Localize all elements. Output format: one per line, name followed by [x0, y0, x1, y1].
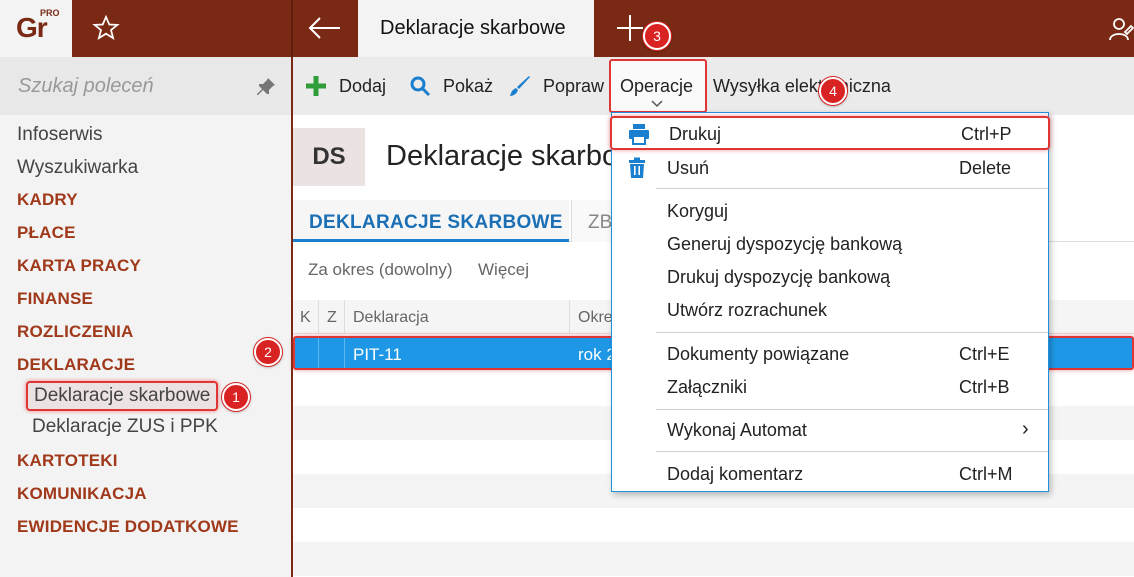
sidebar-section-komunikacja[interactable]: KOMUNIKACJA	[17, 484, 147, 504]
menu-item-attachments[interactable]: Załączniki Ctrl+B	[612, 372, 1048, 402]
table-row-empty	[293, 542, 1134, 576]
operations-label: Operacje	[620, 76, 694, 96]
menu-label: Drukuj	[669, 124, 722, 144]
filter-period[interactable]: Za okres (dowolny)	[308, 260, 453, 280]
submenu-arrow-icon: ›	[1022, 418, 1029, 440]
menu-item-correct[interactable]: Koryguj	[612, 196, 1048, 226]
sidebar-section-deklaracje[interactable]: DEKLARACJE	[17, 355, 135, 375]
sidebar-item-deklaracje-zus[interactable]: Deklaracje ZUS i PPK	[32, 416, 218, 438]
tab-label: ZB	[588, 212, 613, 233]
menu-shortcut: Ctrl+B	[959, 377, 1010, 397]
menu-item-create-settlement[interactable]: Utwórz rozrachunek	[612, 295, 1048, 325]
sidebar: Infoserwis Wyszukiwarka KADRY PŁACE KART…	[0, 57, 291, 577]
command-search-input[interactable]	[0, 57, 250, 115]
sidebar-section-ewidencje[interactable]: EWIDENCJE DODATKOWE	[17, 517, 239, 537]
trash-icon	[629, 157, 645, 178]
menu-item-print-bank-order[interactable]: Drukuj dyspozycję bankową	[612, 262, 1048, 292]
page-tile: DS	[293, 128, 365, 186]
logo-badge: PRO	[40, 8, 60, 18]
menu-label: Wykonaj Automat	[667, 420, 807, 440]
pin-icon[interactable]	[256, 77, 276, 97]
menu-item-related-documents[interactable]: Dokumenty powiązane Ctrl+E	[612, 339, 1048, 369]
brush-icon	[510, 76, 530, 96]
sidebar-section-kartoteki[interactable]: KARTOTEKI	[17, 451, 118, 471]
menu-separator	[656, 451, 1048, 452]
user-icon[interactable]	[1108, 16, 1134, 42]
operations-menu: Drukuj Ctrl+P Usuń Delete Koryguj Generu…	[610, 112, 1050, 492]
top-divider	[291, 0, 293, 57]
favorite-star-icon[interactable]	[92, 14, 120, 42]
e-shipping-button[interactable]: Wysyłka elektroniczna	[713, 75, 891, 99]
operations-button[interactable]: Operacje	[609, 59, 707, 113]
menu-separator	[656, 188, 1048, 189]
menu-label: Dokumenty powiązane	[667, 344, 850, 364]
search-icon	[410, 76, 431, 97]
add-button[interactable]: Dodaj	[339, 75, 386, 99]
tab-deklaracje-skarbowe[interactable]: Deklaracje skarbowe	[358, 0, 594, 57]
menu-label: Usuń	[667, 158, 710, 178]
menu-label: Koryguj	[667, 201, 729, 221]
column-k[interactable]: K	[300, 309, 311, 327]
step-badge-1: 1	[222, 383, 250, 411]
menu-item-delete[interactable]: Usuń Delete	[612, 153, 1048, 183]
menu-item-add-comment[interactable]: Dodaj komentarz Ctrl+M	[612, 459, 1048, 489]
sidebar-section-rozliczenia[interactable]: ROZLICZENIA	[17, 322, 133, 342]
tab-deklaracje-skarbowe-list[interactable]: DEKLARACJE SKARBOWE	[293, 200, 569, 242]
cell-separator	[318, 338, 319, 368]
toolbar: Dodaj Pokaż Popraw Operacje Wysyłka elek…	[293, 57, 1134, 115]
menu-label: Drukuj dyspozycję bankową	[667, 267, 891, 287]
menu-separator	[656, 409, 1048, 410]
edit-button[interactable]: Popraw	[543, 75, 604, 99]
menu-item-print[interactable]: Drukuj Ctrl+P	[610, 116, 1050, 150]
sidebar-section-kadry[interactable]: KADRY	[17, 190, 78, 210]
command-search	[0, 57, 291, 115]
sidebar-item-wyszukiwarka[interactable]: Wyszukiwarka	[17, 157, 138, 179]
tab-label: DEKLARACJE SKARBOWE	[309, 212, 563, 233]
menu-label: Generuj dyspozycję bankową	[667, 234, 903, 254]
menu-label: Utwórz rozrachunek	[667, 300, 828, 320]
menu-label: Załączniki	[667, 377, 748, 397]
cell-separator	[344, 338, 345, 368]
step-badge-4: 4	[819, 77, 847, 105]
menu-item-run-automat[interactable]: Wykonaj Automat ›	[612, 415, 1048, 445]
filter-more[interactable]: Więcej	[478, 260, 529, 280]
menu-shortcut: Ctrl+E	[959, 344, 1010, 364]
column-separator	[344, 300, 345, 334]
menu-item-generate-bank-order[interactable]: Generuj dyspozycję bankową	[612, 229, 1048, 259]
back-arrow-icon[interactable]	[306, 12, 344, 44]
column-separator	[318, 300, 319, 334]
sidebar-item-infoserwis[interactable]: Infoserwis	[17, 124, 103, 146]
top-bar: Gr PRO Deklaracje skarbowe	[0, 0, 1134, 57]
menu-shortcut: Ctrl+M	[959, 464, 1013, 484]
printer-icon	[629, 124, 649, 145]
sidebar-section-finanse[interactable]: FINANSE	[17, 289, 93, 309]
menu-separator	[656, 332, 1048, 333]
add-icon	[306, 76, 326, 96]
app-logo[interactable]: Gr PRO	[0, 0, 72, 57]
column-z[interactable]: Z	[327, 309, 337, 327]
step-badge-3: 3	[643, 22, 671, 50]
step-badge-2: 2	[254, 338, 282, 366]
menu-shortcut: Ctrl+P	[961, 124, 1012, 144]
menu-label: Dodaj komentarz	[667, 464, 804, 484]
cell-declaration: PIT-11	[353, 345, 402, 364]
sidebar-section-place[interactable]: PŁACE	[17, 223, 76, 243]
tab-title: Deklaracje skarbowe	[380, 17, 566, 39]
sidebar-section-karta-pracy[interactable]: KARTA PRACY	[17, 256, 141, 276]
show-button[interactable]: Pokaż	[443, 75, 493, 99]
column-separator	[569, 300, 570, 334]
sidebar-item-deklaracje-skarbowe[interactable]: Deklaracje skarbowe	[26, 381, 219, 411]
column-deklaracja[interactable]: Deklaracja	[353, 309, 429, 327]
menu-shortcut: Delete	[959, 158, 1012, 178]
chevron-down-icon	[651, 100, 663, 108]
